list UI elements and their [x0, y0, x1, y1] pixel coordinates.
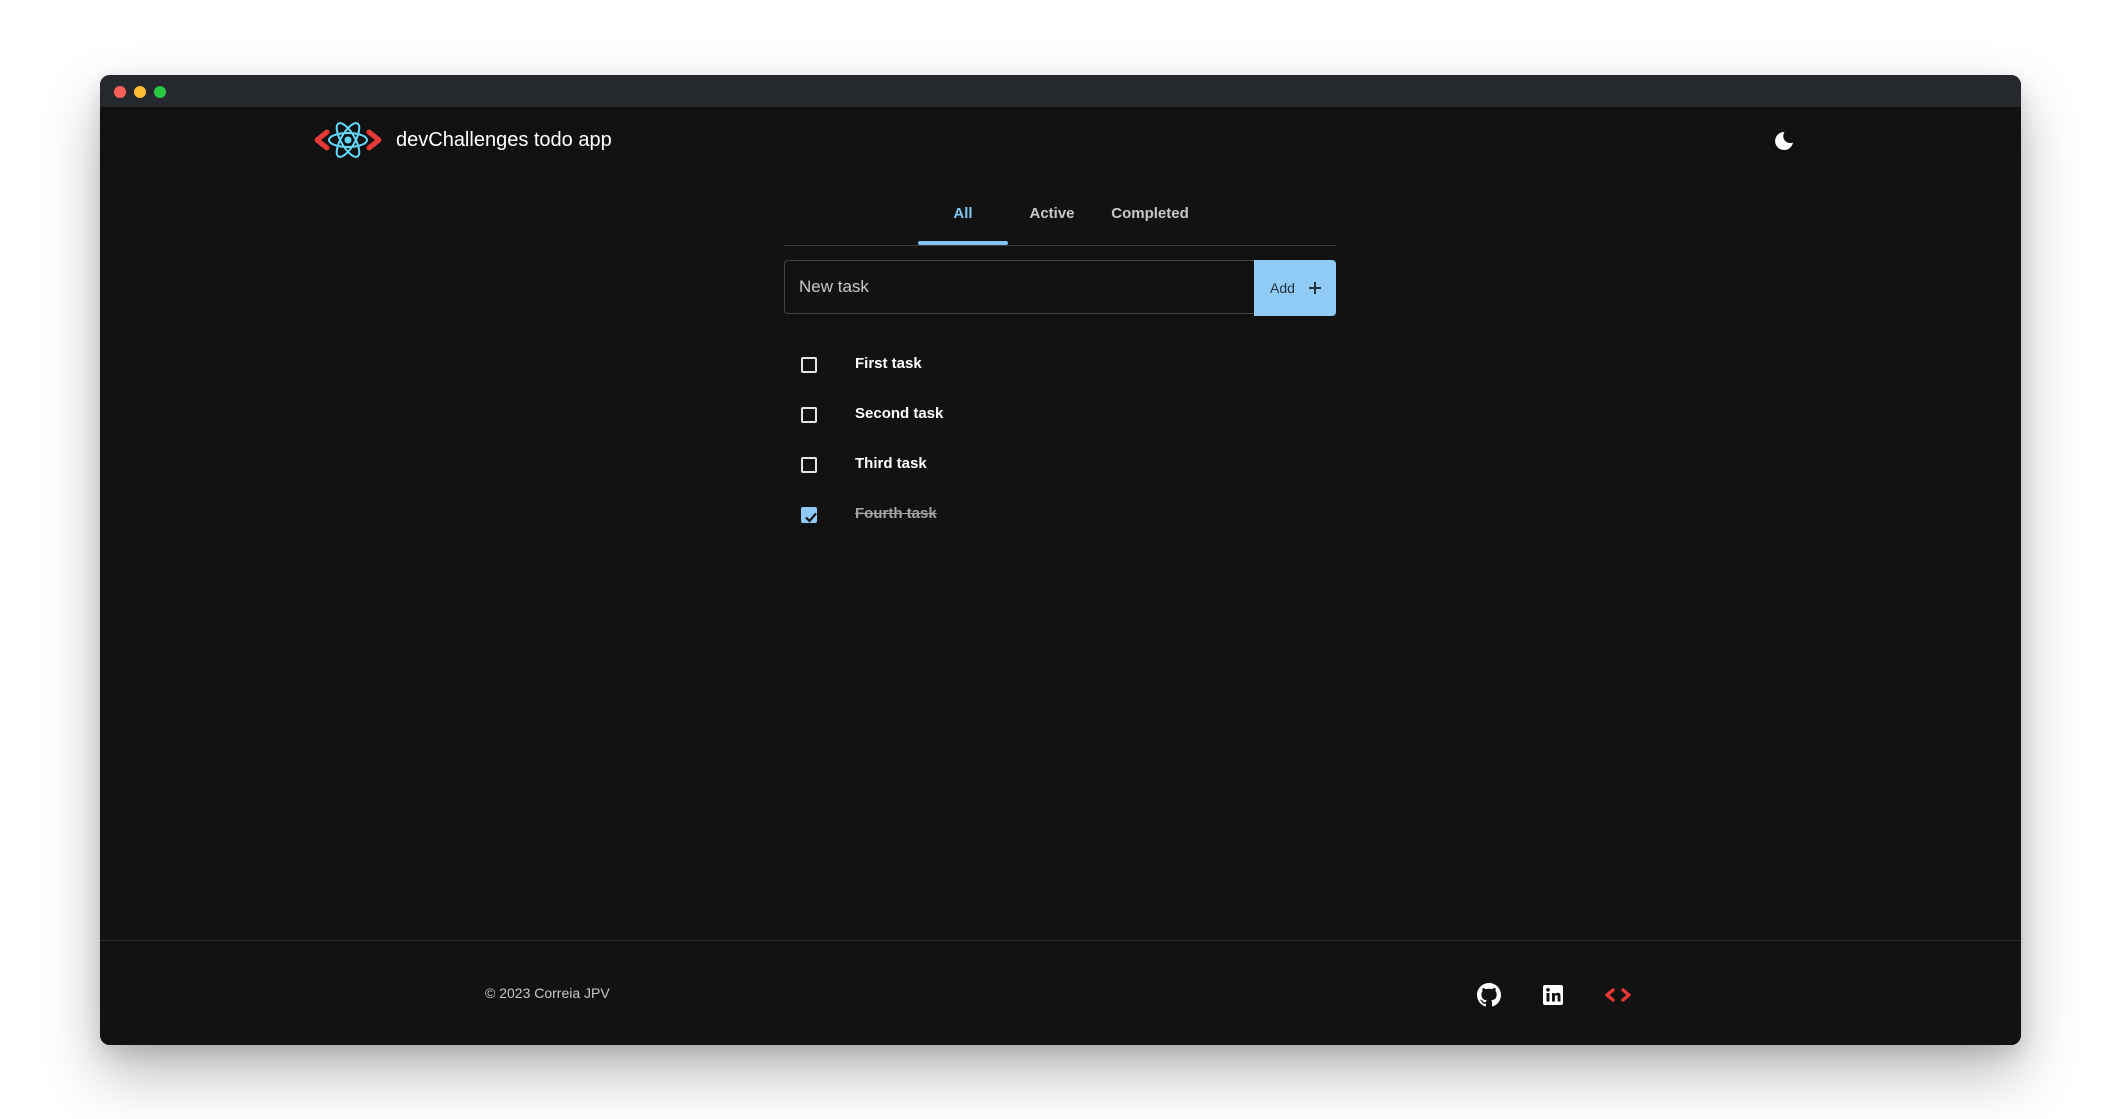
tab-active[interactable]: Active	[1008, 183, 1096, 245]
task-checkbox[interactable]	[801, 457, 817, 473]
active-tab-indicator	[918, 241, 1008, 245]
tab-all[interactable]: All	[918, 183, 1008, 245]
app-logo	[314, 121, 382, 164]
app-footer: © 2023 Correia JPV	[100, 940, 2021, 1045]
tab-completed[interactable]: Completed	[1096, 183, 1204, 245]
linkedin-icon	[1543, 985, 1563, 1005]
browser-window: devChallenges todo app All Active Comple…	[100, 75, 2021, 1045]
app-header: devChallenges todo app	[100, 107, 2021, 173]
devchallenges-link[interactable]	[1605, 983, 1631, 1007]
window-titlebar	[100, 75, 2021, 107]
linkedin-link[interactable]	[1541, 983, 1565, 1007]
task-item: Third task	[784, 445, 1184, 485]
github-link[interactable]	[1477, 983, 1501, 1007]
add-task-button[interactable]: Add	[1254, 260, 1336, 316]
task-item: Fourth task	[784, 495, 1184, 535]
plus-icon	[1309, 282, 1321, 294]
theme-toggle-button[interactable]	[1772, 129, 1796, 153]
task-checkbox[interactable]	[801, 357, 817, 373]
github-icon	[1477, 983, 1501, 1007]
moon-icon	[1775, 131, 1793, 150]
react-logo-icon	[314, 122, 382, 158]
task-item: First task	[784, 345, 1184, 385]
new-task-input[interactable]	[784, 260, 1254, 314]
filter-tabs: All Active Completed	[784, 183, 1336, 246]
task-checkbox-checked[interactable]	[801, 507, 817, 523]
checkmark-icon	[805, 512, 817, 523]
minimize-window-button[interactable]	[134, 86, 146, 98]
task-label: First task	[855, 355, 922, 372]
task-checkbox[interactable]	[801, 407, 817, 423]
task-label: Second task	[855, 405, 944, 422]
devchallenges-icon	[1605, 988, 1631, 1002]
task-label: Third task	[855, 455, 927, 472]
close-window-button[interactable]	[114, 86, 126, 98]
add-button-label: Add	[1270, 280, 1295, 296]
task-item: Second task	[784, 395, 1184, 435]
app-title: devChallenges todo app	[396, 129, 612, 151]
task-label-completed: Fourth task	[855, 505, 937, 522]
copyright-text: © 2023 Correia JPV	[485, 985, 610, 1001]
maximize-window-button[interactable]	[154, 86, 166, 98]
